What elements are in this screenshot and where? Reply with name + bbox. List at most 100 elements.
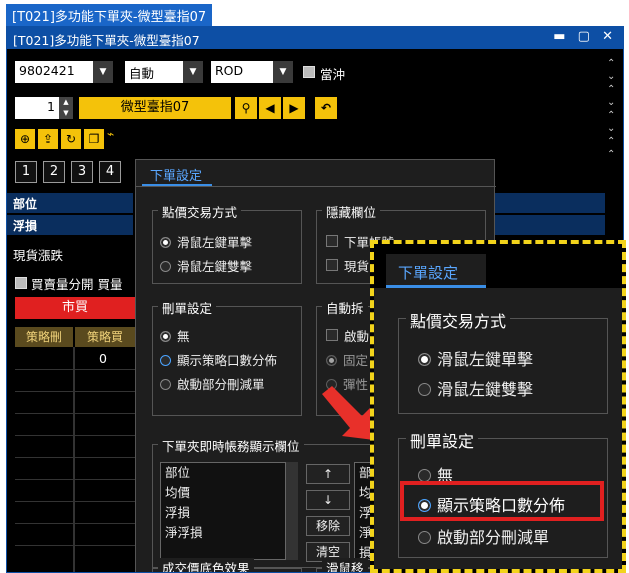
callout-delete-title: 刪單設定 (406, 428, 479, 452)
callout-radio-left-click[interactable]: 滑鼠左鍵單擊 (418, 346, 533, 370)
checkbox (326, 235, 338, 247)
callout-radio-show-strategy[interactable]: 顯示策略口數分佈 (418, 492, 565, 516)
radio-show-strategy[interactable]: 顯示策略口數分佈 (160, 350, 277, 369)
floating-row-right (495, 215, 605, 235)
radio-double-click-label: 滑鼠左鍵雙擊 (177, 259, 253, 274)
callout-radio-show-strategy-label: 顯示策略口數分佈 (437, 496, 566, 515)
prev-arrow-icon[interactable]: ◀ (259, 97, 281, 119)
list-item[interactable]: 均價 (161, 483, 285, 503)
window-titlebar: [T021]多功能下單夾-微型臺指07 (7, 27, 623, 49)
tab-order-settings[interactable]: 下單設定 (142, 160, 212, 186)
split-volume-checkbox[interactable] (15, 277, 27, 289)
radio-partial-delete-label: 啟動部分刪減單 (177, 377, 265, 392)
callout-radio-double-click[interactable]: 滑鼠左鍵雙擊 (418, 376, 533, 400)
outer-tab-title[interactable]: [T021]多功能下單夾-微型臺指07 (6, 4, 213, 26)
radio-dot (326, 355, 337, 366)
radio-partial-delete[interactable]: 啟動部分刪減單 (160, 374, 265, 393)
auto-enable-checkbox[interactable]: 啟動 (326, 326, 369, 345)
move-down-button[interactable]: ↓ (306, 490, 350, 510)
auto-fixed-radio[interactable]: 固定 (326, 350, 368, 369)
tab-number-2[interactable]: 2 (43, 161, 65, 183)
red-arrow-icon (322, 386, 374, 440)
callout-point-trade-title: 點價交易方式 (406, 308, 511, 332)
mouse-move-title: 滑鼠移 (322, 558, 368, 572)
zoom-callout: 下單設定 點價交易方式 滑鼠左鍵單擊 滑鼠左鍵雙擊 刪單設定 無 顯示策略口數分… (370, 240, 626, 573)
grid-line (15, 391, 135, 392)
right-chevron-column[interactable]: ⌃ ⌄ ⌃ ⌄ ⌃ ⌄ ⌃ ⌃ (607, 57, 615, 161)
market-buy-button[interactable]: 市買 (15, 297, 135, 319)
available-fields-list[interactable]: 部位 均價 浮損 淨浮損 (160, 462, 286, 560)
quantity-stepper[interactable]: ▲ ▼ (59, 97, 73, 119)
account-dropdown-arrow[interactable]: ▼ (93, 61, 113, 83)
position-row: 部位 (7, 193, 133, 213)
radio-dot (418, 353, 431, 366)
col-strategy-buy: 策略買 (75, 327, 135, 347)
radio-dot (160, 237, 171, 248)
radio-dot (418, 531, 431, 544)
hidden-spot-checkbox[interactable]: 現貨 (326, 256, 369, 275)
checkbox (326, 259, 338, 271)
radio-delete-none[interactable]: 無 (160, 326, 190, 345)
radio-left-click[interactable]: 滑鼠左鍵單擊 (160, 232, 252, 251)
radio-dot (160, 379, 171, 390)
auto-enable-label: 啟動 (344, 329, 370, 344)
account-display-title: 下單夾即時帳務顯示欄位 (158, 436, 304, 455)
order-type-dropdown-arrow[interactable]: ▼ (273, 61, 293, 83)
grid-line (15, 457, 135, 458)
account-select[interactable]: 9802421 (15, 61, 93, 83)
upload-icon[interactable]: ⇪ (38, 129, 58, 149)
callout-radio-double-click-label: 滑鼠左鍵雙擊 (437, 380, 534, 399)
mode-dropdown-arrow[interactable]: ▼ (183, 61, 203, 83)
hidden-cols-title: 隱藏欄位 (322, 202, 381, 221)
deal-color-title: 成交價底色效果 (158, 558, 254, 572)
grid-line (15, 501, 135, 502)
list-item[interactable]: 淨浮損 (161, 523, 285, 543)
list-scrollbar[interactable] (286, 462, 298, 560)
quantity-input[interactable]: 1 (15, 97, 59, 119)
radio-dot (418, 383, 431, 396)
window-controls[interactable]: ▬ ▢ ✕ (553, 29, 617, 44)
order-type-select[interactable]: ROD (211, 61, 273, 83)
next-arrow-icon[interactable]: ▶ (283, 97, 305, 119)
position-row-right (495, 193, 605, 213)
grid-line (15, 545, 135, 546)
crosshair-icon[interactable]: ⊕ (15, 129, 35, 149)
remove-button[interactable]: 移除 (306, 516, 350, 536)
radio-delete-none-label: 無 (177, 329, 190, 344)
radio-dot (160, 261, 171, 272)
grid-line (15, 435, 135, 436)
callout-radio-left-click-label: 滑鼠左鍵單擊 (437, 350, 534, 369)
copy-icon[interactable]: ❐ (84, 129, 104, 149)
search-icon[interactable]: ⚲ (235, 97, 257, 119)
tab-divider (136, 186, 496, 187)
auto-fixed-label: 固定 (343, 353, 369, 368)
misc-icon[interactable]: ⌁ (107, 127, 114, 141)
radio-left-click-label: 滑鼠左鍵單擊 (177, 235, 253, 250)
list-item[interactable]: 浮損 (161, 503, 285, 523)
cell-value: 0 (99, 351, 107, 366)
checkbox (326, 329, 338, 341)
auto-split-title: 自動拆 (322, 298, 368, 317)
radio-double-click[interactable]: 滑鼠左鍵雙擊 (160, 256, 252, 275)
undo-icon[interactable]: ↶ (315, 97, 337, 119)
mode-select[interactable]: 自動 (125, 61, 183, 83)
grid-divider (73, 347, 75, 572)
refresh-icon[interactable]: ↻ (61, 129, 81, 149)
tab-number-3[interactable]: 3 (71, 161, 93, 183)
grid-line (15, 369, 135, 370)
move-up-button[interactable]: ↑ (306, 464, 350, 484)
day-trade-checkbox[interactable] (303, 66, 315, 78)
floating-row: 浮損 (7, 215, 133, 235)
product-button[interactable]: 微型臺指07 (79, 97, 231, 119)
grid-line (15, 479, 135, 480)
grid-line (15, 523, 135, 524)
tab-number-4[interactable]: 4 (99, 161, 121, 183)
radio-dot (160, 355, 171, 366)
split-volume-label: 買賣量分開 買量 (31, 277, 123, 292)
window-title: [T021]多功能下單夾-微型臺指07 (13, 33, 200, 48)
spot-change-label: 現貨漲跌 (13, 248, 64, 263)
tab-number-1[interactable]: 1 (15, 161, 37, 183)
list-item[interactable]: 部位 (161, 463, 285, 483)
callout-radio-partial-delete[interactable]: 啟動部分刪減單 (418, 524, 549, 548)
callout-tab-order-settings[interactable]: 下單設定 (386, 254, 486, 288)
